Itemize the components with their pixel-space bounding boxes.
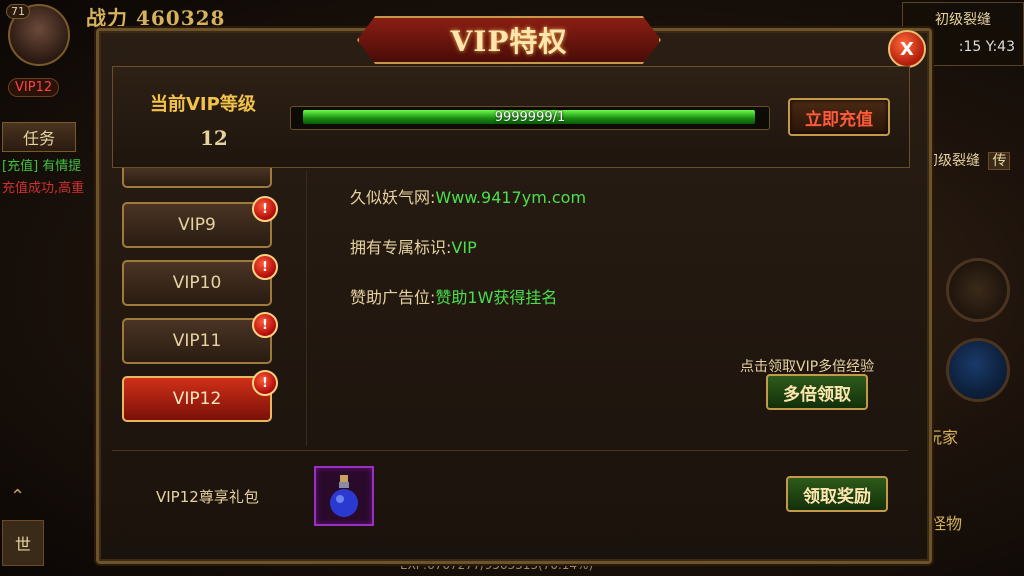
vip-progress-bar: 9999999/1 [290,106,770,130]
potion-icon [330,475,358,517]
dialog-title: VIP特权 [450,25,568,58]
dialog-title-plate: VIP特权 [357,16,661,64]
alert-badge-icon: ! [252,254,278,280]
vip-level-item-11[interactable]: VIP11 [122,318,272,364]
gift-label: VIP12尊享礼包 [156,488,259,506]
alert-badge-icon: ! [252,196,278,222]
vip-level-item-12[interactable]: VIP12 [122,376,272,422]
perk-row: 久似妖气网:Www.9417ym.com [350,184,586,208]
monster-target-label[interactable]: 怪物 [930,510,962,534]
gift-item-slot[interactable] [314,466,374,526]
exp-hint-text: 点击领取VIP多倍经验 [740,359,875,375]
perk-value: 赞助1W获得挂名 [435,288,558,307]
microphone-icon[interactable]: 世 [2,520,44,566]
skill-orb[interactable] [946,258,1010,322]
perk-label: 拥有专属标识: [350,238,452,257]
perk-value: Www.9417ym.com [435,188,587,207]
perk-row: 赞助广告位:赞助1W获得挂名 [350,284,557,308]
combat-power: 战力 460328 [86,2,225,31]
task-button[interactable]: 任务 [2,122,76,152]
progress-text: 9999999/1 [494,110,566,125]
multi-claim-button[interactable]: 多倍领取 [766,374,868,410]
divider [112,450,908,451]
perk-label: 赞助广告位: [350,288,436,307]
map-name: 初级裂缝 [935,12,991,28]
alert-badge-icon: ! [252,370,278,396]
vip-level-item-partial[interactable] [122,168,272,188]
perk-label: 久似妖气网: [350,188,436,207]
power-value: 460328 [135,6,226,30]
vip-level-label: VIP12 [172,389,222,409]
recharge-button[interactable]: 立即充值 [788,98,890,136]
chevron-up-icon[interactable]: ⌃ [10,486,25,507]
voice-channel-label: 世 [14,535,31,554]
perk-row: 拥有专属标识:VIP [350,234,477,258]
alert-badge-icon: ! [252,312,278,338]
chat-line: [充值] 有情提 [2,159,82,174]
current-vip-label: 当前VIP等级 [150,94,256,115]
map-location[interactable]: 初级裂缝 传 [924,150,1011,170]
skill-orb[interactable] [946,338,1010,402]
power-label: 战力 [86,6,128,30]
vip-level-label: VIP10 [172,273,222,293]
map-name-2: 初级裂缝 [924,153,980,169]
vip-level-label: VIP11 [172,331,222,351]
claim-reward-button[interactable]: 领取奖励 [786,476,888,512]
vip-badge[interactable]: VIP12 [8,78,60,97]
teleport-button[interactable]: 传 [988,152,1011,170]
chat-line: 充值成功,高重 [2,181,85,196]
chat-log: [充值] 有情提 充值成功,高重 [2,156,84,200]
perk-value: VIP [451,238,477,257]
vip-level-item-9[interactable]: VIP9 [122,202,272,248]
vip-level-item-10[interactable]: VIP10 [122,260,272,306]
player-level: 71 [6,4,30,19]
vip-level-label: VIP9 [178,215,216,235]
close-icon[interactable]: X [888,30,926,68]
current-vip-level: 12 [200,126,228,150]
